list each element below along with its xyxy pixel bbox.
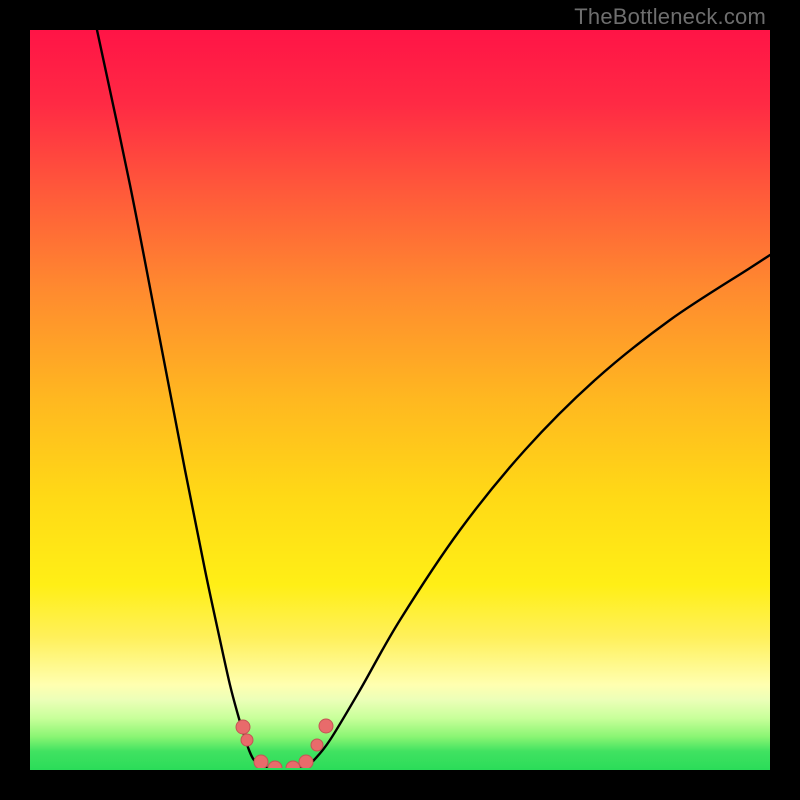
curve-marker [236,720,250,734]
curve-marker [241,734,253,746]
green-floor-band [30,768,770,770]
curve-marker [299,755,313,769]
curve-marker [311,739,323,751]
plot-area [30,30,770,770]
curve-marker [254,755,268,769]
curve-marker [319,719,333,733]
watermark-text: TheBottleneck.com [574,4,766,30]
chart-overlay [30,30,770,770]
bottleneck-curve [97,30,770,770]
curve-markers [236,719,333,770]
